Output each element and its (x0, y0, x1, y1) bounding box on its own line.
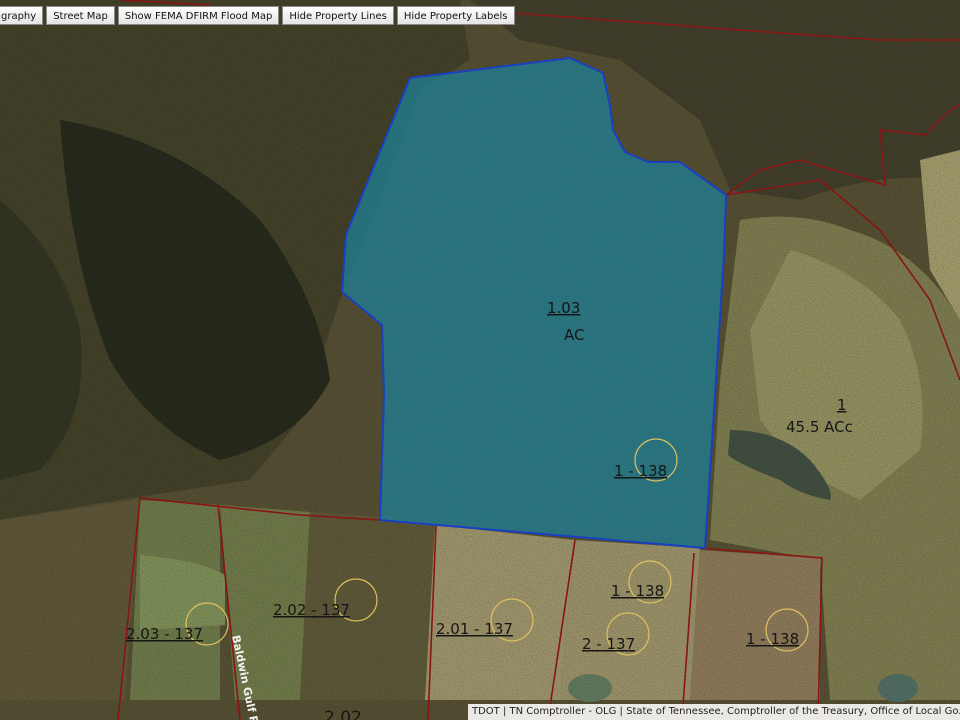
hide-property-labels-button[interactable]: Hide Property Labels (396, 6, 515, 25)
parcel-label-2-03-137[interactable]: 2.03 - 137 (126, 625, 203, 643)
selected-parcel-number[interactable]: 1.03 (547, 299, 580, 317)
parcel-label-2-01-137[interactable]: 2.01 - 137 (436, 620, 513, 638)
parcel-label-1-138[interactable]: 1 - 138 (746, 630, 799, 648)
street-map-button[interactable]: Street Map (46, 6, 115, 25)
parcel-label-2-137[interactable]: 2 - 137 (582, 635, 635, 653)
parcel-label-2-02-137[interactable]: 2.02 - 137 (273, 601, 350, 619)
parcel-label-2-02-bottom[interactable]: 2.02 (324, 708, 362, 720)
parcel-1-acres: 45.5 ACc (786, 418, 853, 436)
selected-parcel-map-ref[interactable]: 1 - 138 (614, 462, 667, 480)
map-attribution: TDOT | TN Comptroller - OLG | State of T… (468, 704, 960, 720)
topography-button[interactable]: graphy (0, 6, 44, 25)
hide-property-lines-button[interactable]: Hide Property Lines (282, 6, 394, 25)
fema-flood-map-button[interactable]: Show FEMA DFIRM Flood Map (117, 6, 280, 25)
parcel-label-1-38[interactable]: 1 - 138 (611, 582, 664, 600)
map-toolbar: graphy Street Map Show FEMA DFIRM Flood … (0, 6, 515, 26)
selected-parcel-acres: AC (564, 326, 584, 344)
parcel-1-number[interactable]: 1 (837, 396, 847, 414)
parcel-map[interactable]: 1.03 AC 1 - 138 1 45.5 ACc 2.03 - 137 2.… (0, 0, 960, 720)
